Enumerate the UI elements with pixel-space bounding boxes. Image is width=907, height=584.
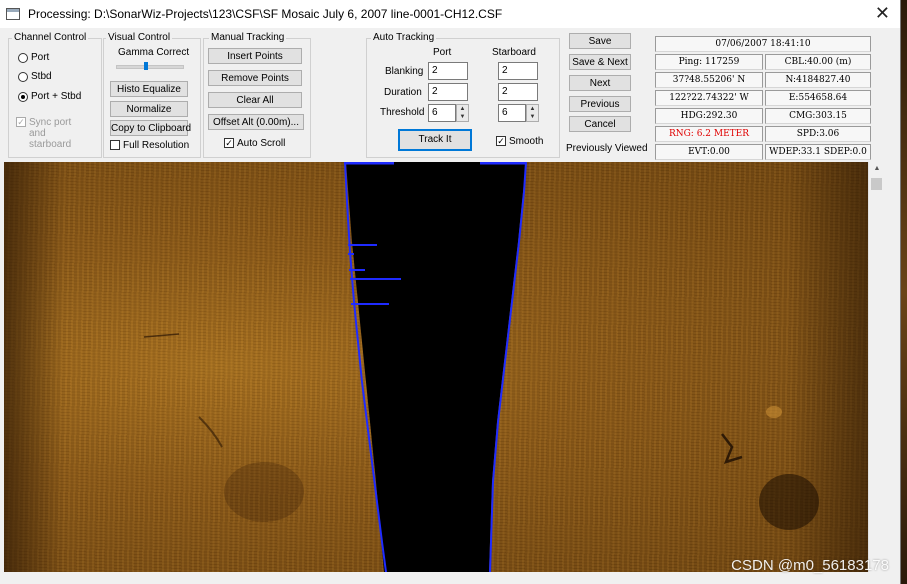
- info-cbl: CBL:40.00 (m): [765, 54, 871, 70]
- sync-check-box[interactable]: ✓: [16, 117, 26, 127]
- clear-all-button[interactable]: Clear All: [208, 92, 302, 108]
- scroll-up-icon[interactable]: ▲: [869, 162, 885, 176]
- spin-up-icon[interactable]: ▲: [457, 105, 468, 113]
- window-title: Processing: D:\SonarWiz-Projects\123\CSF…: [28, 7, 503, 21]
- cancel-button[interactable]: Cancel: [569, 116, 631, 132]
- radio-stbd-dot[interactable]: [18, 71, 28, 82]
- threshold-stbd-spinner[interactable]: ▲ ▼: [526, 104, 539, 122]
- info-cmg: CMG:303.15: [765, 108, 871, 124]
- info-range: RNG: 6.2 METER: [655, 126, 763, 142]
- vertical-scrollbar[interactable]: ▲: [868, 162, 885, 572]
- info-datetime: 07/06/2007 18:41:10: [655, 36, 871, 52]
- watermark-text: CSDN @m0_56183178: [731, 557, 889, 574]
- blanking-port-input[interactable]: 2: [428, 62, 468, 80]
- water-column: [344, 162, 526, 572]
- previously-viewed-label: Previously Viewed: [566, 143, 648, 154]
- info-water-depth: WDEP:33.1 SDEP:0.0: [765, 144, 871, 160]
- radio-port[interactable]: Port: [18, 52, 49, 63]
- info-latitude: 37?48.55206' N: [655, 72, 763, 88]
- sync-label-line-1: Sync port: [29, 117, 72, 128]
- scroll-thumb[interactable]: [871, 178, 882, 190]
- duration-stbd-input[interactable]: 2: [498, 83, 538, 101]
- info-easting: E:554658.64: [765, 90, 871, 106]
- blanking-label: Blanking: [385, 66, 424, 77]
- threshold-stbd-input[interactable]: 6: [498, 104, 526, 122]
- seafloor-feature: [198, 416, 223, 448]
- info-longitude: 122?22.74322' W: [655, 90, 763, 106]
- normalize-button[interactable]: Normalize: [110, 101, 188, 117]
- radio-port-label: Port: [31, 52, 50, 63]
- window-frame-right: [884, 162, 900, 572]
- radio-stbd[interactable]: Stbd: [18, 71, 52, 82]
- threshold-port-input[interactable]: 6: [428, 104, 456, 122]
- auto-tracking-label: Auto Tracking: [371, 32, 437, 43]
- radio-port-stbd-label: Port + Stbd: [31, 91, 82, 102]
- sync-label-line-3: starboard: [29, 139, 72, 150]
- radio-port-stbd[interactable]: Port + Stbd: [18, 91, 81, 102]
- background-right: [901, 0, 907, 584]
- next-button[interactable]: Next: [569, 75, 631, 91]
- water-column-svg: [143, 162, 819, 572]
- close-icon[interactable]: ✕: [875, 3, 890, 23]
- seafloor-feature: [759, 474, 819, 530]
- seafloor-feature: [143, 333, 180, 338]
- port-column-header: Port: [433, 47, 452, 58]
- blanking-stbd-input[interactable]: 2: [498, 62, 538, 80]
- full-resolution-label: Full Resolution: [123, 140, 190, 151]
- save-next-button[interactable]: Save & Next: [569, 54, 631, 70]
- spin-down-icon[interactable]: ▼: [457, 113, 468, 121]
- track-it-button[interactable]: Track It: [398, 129, 472, 151]
- info-event: EVT:0.00: [655, 144, 763, 160]
- gamma-slider-thumb[interactable]: [143, 62, 148, 70]
- threshold-port-spinner[interactable]: ▲ ▼: [456, 104, 469, 122]
- radio-port-dot[interactable]: [18, 52, 28, 63]
- insert-points-button[interactable]: Insert Points: [208, 48, 302, 64]
- info-speed: SPD:3.06: [765, 126, 871, 142]
- auto-scroll-label: Auto Scroll: [237, 138, 286, 149]
- save-button[interactable]: Save: [569, 33, 631, 49]
- sync-port-starboard-checkbox[interactable]: ✓ Sync port and starboard: [16, 117, 71, 150]
- channel-control-label: Channel Control: [12, 32, 89, 43]
- title-bar[interactable]: Processing: D:\SonarWiz-Projects\123\CSF…: [0, 0, 900, 28]
- spin-up-icon[interactable]: ▲: [527, 105, 538, 113]
- smooth-checkbox[interactable]: ✓ Smooth: [496, 136, 543, 147]
- offset-alt-button[interactable]: Offset Alt (0.00m)...: [208, 114, 304, 130]
- duration-label: Duration: [384, 87, 422, 98]
- sonar-waterfall-view[interactable]: [4, 162, 868, 572]
- threshold-label: Threshold: [380, 107, 425, 118]
- previous-button[interactable]: Previous: [569, 96, 631, 112]
- full-resolution-box[interactable]: [110, 140, 120, 150]
- info-ping: Ping: 117259: [655, 54, 763, 70]
- app-icon: [6, 8, 20, 20]
- gamma-slider-track[interactable]: [116, 65, 184, 69]
- histo-equalize-button[interactable]: Histo Equalize: [110, 81, 188, 97]
- full-resolution-checkbox[interactable]: Full Resolution: [110, 140, 189, 151]
- duration-port-input[interactable]: 2: [428, 83, 468, 101]
- info-northing: N:4184827.40: [765, 72, 871, 88]
- smooth-box[interactable]: ✓: [496, 136, 506, 146]
- remove-points-button[interactable]: Remove Points: [208, 70, 302, 86]
- info-heading: HDG:292.30: [655, 108, 763, 124]
- processing-window: Processing: D:\SonarWiz-Projects\123\CSF…: [0, 0, 901, 584]
- manual-tracking-label: Manual Tracking: [209, 32, 287, 43]
- radio-port-stbd-dot[interactable]: [18, 91, 28, 102]
- sync-label-line-2: and: [29, 128, 46, 139]
- visual-control-label: Visual Control: [106, 32, 173, 43]
- auto-scroll-box[interactable]: ✓: [224, 138, 234, 148]
- gamma-correct-label: Gamma Correct: [118, 47, 190, 58]
- copy-to-clipboard-button[interactable]: Copy to Clipboard: [110, 120, 191, 136]
- spin-down-icon[interactable]: ▼: [527, 113, 538, 121]
- seafloor-feature: [766, 406, 782, 418]
- radio-stbd-label: Stbd: [31, 71, 52, 82]
- starboard-column-header: Starboard: [492, 47, 536, 58]
- smooth-label: Smooth: [509, 136, 544, 147]
- auto-scroll-checkbox[interactable]: ✓ Auto Scroll: [224, 138, 285, 149]
- seafloor-feature: [721, 433, 743, 464]
- seafloor-feature: [224, 462, 304, 522]
